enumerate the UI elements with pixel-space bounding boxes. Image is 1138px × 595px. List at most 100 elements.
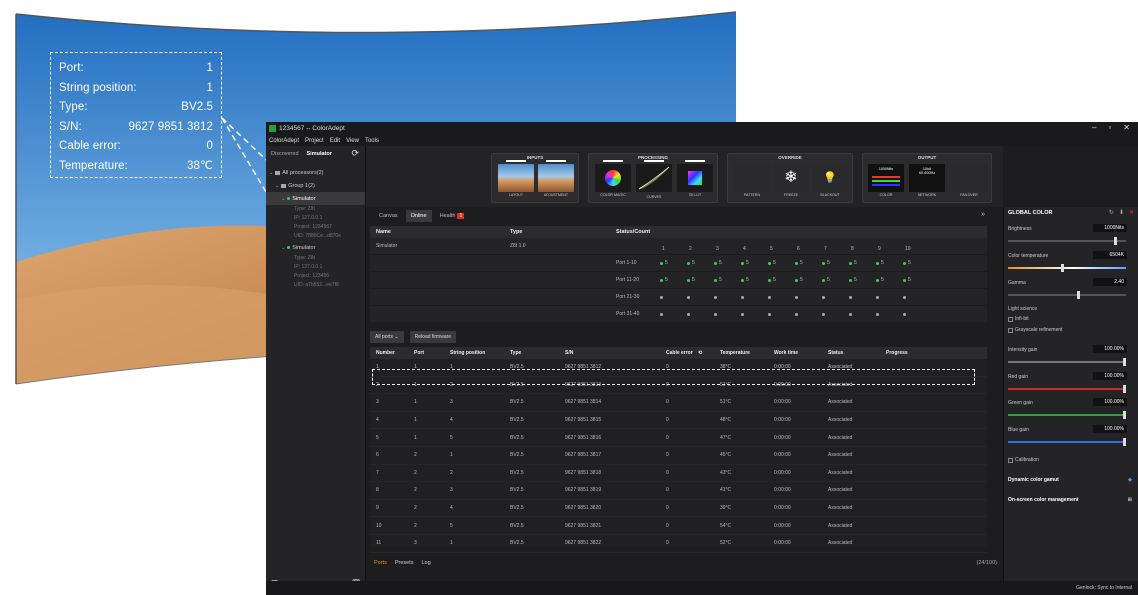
tab-log[interactable]: Log [422,560,431,566]
reload-firmware-button[interactable]: Reload firmware [409,331,457,343]
port-status-cell[interactable] [822,312,825,316]
port-status-cell[interactable]: 5 [741,277,749,283]
port-status-cell[interactable]: 5 [903,277,911,283]
tab-presets[interactable]: Presets [395,560,414,566]
brightness-input[interactable]: 1000Nits [1093,224,1127,232]
menu-project[interactable]: Project [305,138,324,144]
port-status-cell[interactable] [741,295,744,299]
color-temperature-slider[interactable] [1008,264,1126,272]
green-gain-slider[interactable] [1008,411,1126,419]
close-icon[interactable]: ✕ [1129,209,1134,216]
port-status-cell[interactable]: 5 [741,260,749,266]
menu-edit[interactable]: Edit [330,138,340,144]
wf-freeze[interactable]: ❄ FREEZE [773,164,809,200]
menu-view[interactable]: View [346,138,359,144]
port-status-cell[interactable] [903,295,906,299]
collapse-icon[interactable]: » [981,211,985,218]
port-status-cell[interactable] [687,312,690,316]
wf-layout[interactable]: LAYOUT [498,160,534,200]
tab-simulator[interactable]: Simulator [305,149,334,159]
table-row[interactable]: 7 2 2 BV2.5 9627 9851 3818 0 43°C 0:00:00 Associ… [370,465,987,483]
port-status-cell[interactable] [795,295,798,299]
port-status-cell[interactable]: 5 [903,260,911,266]
download-icon[interactable]: ⬇ [1119,209,1124,216]
table-row[interactable]: 3 1 3 BV2.5 9627 9851 3814 0 51°C 0:00:00 Associ… [370,394,987,412]
wf-adjustment[interactable]: ADJUSTMENT [538,160,574,200]
table-row[interactable]: 8 2 3 BV2.5 9627 9851 3819 0 41°C 0:00:00 Associ… [370,482,987,500]
tree-device-simulator-1[interactable]: ⌄ Simulator [266,192,365,205]
table-row[interactable]: 4 1 4 BV2.5 9627 9851 3815 0 48°C 0:00:00 Associ… [370,412,987,430]
tab-online[interactable]: Online [405,209,432,222]
port-status-cell[interactable]: 5 [687,277,695,283]
tree-root[interactable]: ⌄ All processors(2) [266,166,365,179]
red-gain-input[interactable]: 100.00% [1093,372,1127,380]
table-row[interactable]: 10 2 5 BV2.5 9627 9851 3821 0 54°C 0:00:00 Assoc… [370,517,987,535]
tab-discovered[interactable]: Discovered [269,149,301,159]
port-status-cell[interactable] [768,295,771,299]
table-row[interactable]: 6 2 1 BV2.5 9627 9851 3817 0 45°C 0:00:00 Associ… [370,447,987,465]
dynamic-color-gamut[interactable]: Dynamic color gamut ◆ [1008,477,1132,483]
status-device-row[interactable]: Simulator Z8t 1.0 1 2 3 4 5 6 7 8 9 10 [370,238,987,255]
table-row[interactable]: 11 3 1 BV2.5 9627 9851 3822 0 52°C 0:00:00 Assoc… [370,535,987,553]
intensity-gain-input[interactable]: 100.00% [1093,345,1127,353]
slider-knob[interactable] [1123,438,1126,446]
port-status-cell[interactable]: 5 [822,277,830,283]
on-screen-color-management[interactable]: On-screen color management ⊞ [1008,497,1132,503]
wf-pattern[interactable]: PATTERN [734,164,770,200]
menu-tools[interactable]: Tools [365,138,379,144]
port-status-cell[interactable]: 5 [849,260,857,266]
refresh-icon[interactable]: ⟲ [698,350,702,356]
tab-health[interactable]: Health 1 [435,210,470,222]
port-status-cell[interactable] [849,295,852,299]
port-status-cell[interactable] [714,312,717,316]
port-status-cell[interactable]: 5 [822,260,830,266]
infi-bit-checkbox[interactable]: Infi-bit [1008,316,1029,322]
port-status-cell[interactable]: 5 [849,277,857,283]
tree-group[interactable]: ⌄ Group 1(2) [266,179,365,192]
port-status-cell[interactable] [660,295,663,299]
grid-icon[interactable]: ⊞ [1128,497,1132,503]
port-status-cell[interactable]: 5 [714,277,722,283]
col-header[interactable]: Cable error [666,350,693,356]
green-gain-input[interactable]: 100.00% [1093,398,1127,406]
brightness-slider[interactable] [1008,237,1126,245]
port-status-cell[interactable]: 5 [660,277,668,283]
table-row[interactable]: 9 2 4 BV2.5 9627 9851 3820 0 39°C 0:00:00 Associ… [370,500,987,518]
grayscale-refinement-checkbox[interactable]: Grayscale refinement [1008,327,1063,333]
port-status-cell[interactable]: 5 [660,260,668,266]
port-status-cell[interactable] [741,312,744,316]
menu-coloradept[interactable]: ColorAdept [269,138,299,144]
wf-curves[interactable]: CURVES [636,160,672,200]
tree-device-simulator-2[interactable]: ⌄ Simulator [266,241,365,254]
port-status-cell[interactable]: 5 [768,277,776,283]
wf-color[interactable]: 1000Nits COLOR [868,164,904,200]
close-button[interactable]: ✕ [1123,123,1130,132]
port-status-cell[interactable] [903,312,906,316]
blue-gain-input[interactable]: 100.00% [1093,425,1127,433]
slider-knob[interactable] [1113,237,1117,245]
gamma-input[interactable]: 2.40 [1093,278,1127,286]
port-status-cell[interactable]: 5 [795,277,803,283]
slider-knob[interactable] [1060,264,1064,272]
port-status-cell[interactable] [714,295,717,299]
wf-3d-lut[interactable]: 3D LUT [677,160,713,200]
reset-icon[interactable]: ↻ [1109,209,1114,216]
port-status-cell[interactable] [876,312,879,316]
port-status-cell[interactable]: 5 [795,260,803,266]
color-temperature-input[interactable]: 6504K [1093,251,1127,259]
minimize-button[interactable]: – [1092,123,1096,132]
checkbox-box[interactable] [1008,457,1013,463]
checkbox-box[interactable] [1008,327,1013,333]
slider-knob[interactable] [1123,411,1126,419]
port-status-cell[interactable] [687,295,690,299]
slider-knob[interactable] [1123,385,1126,393]
gamma-slider[interactable] [1008,291,1126,299]
wf-blackout[interactable]: 💡 BLACKOUT [812,164,848,200]
wf-failover[interactable]: FAILOVER [951,164,987,200]
port-status-cell[interactable] [876,295,879,299]
port-status-cell[interactable] [822,295,825,299]
tab-ports[interactable]: Ports [374,560,387,566]
checkbox-box[interactable] [1008,316,1013,322]
port-status-cell[interactable]: 5 [876,277,884,283]
intensity-gain-slider[interactable] [1008,358,1126,366]
